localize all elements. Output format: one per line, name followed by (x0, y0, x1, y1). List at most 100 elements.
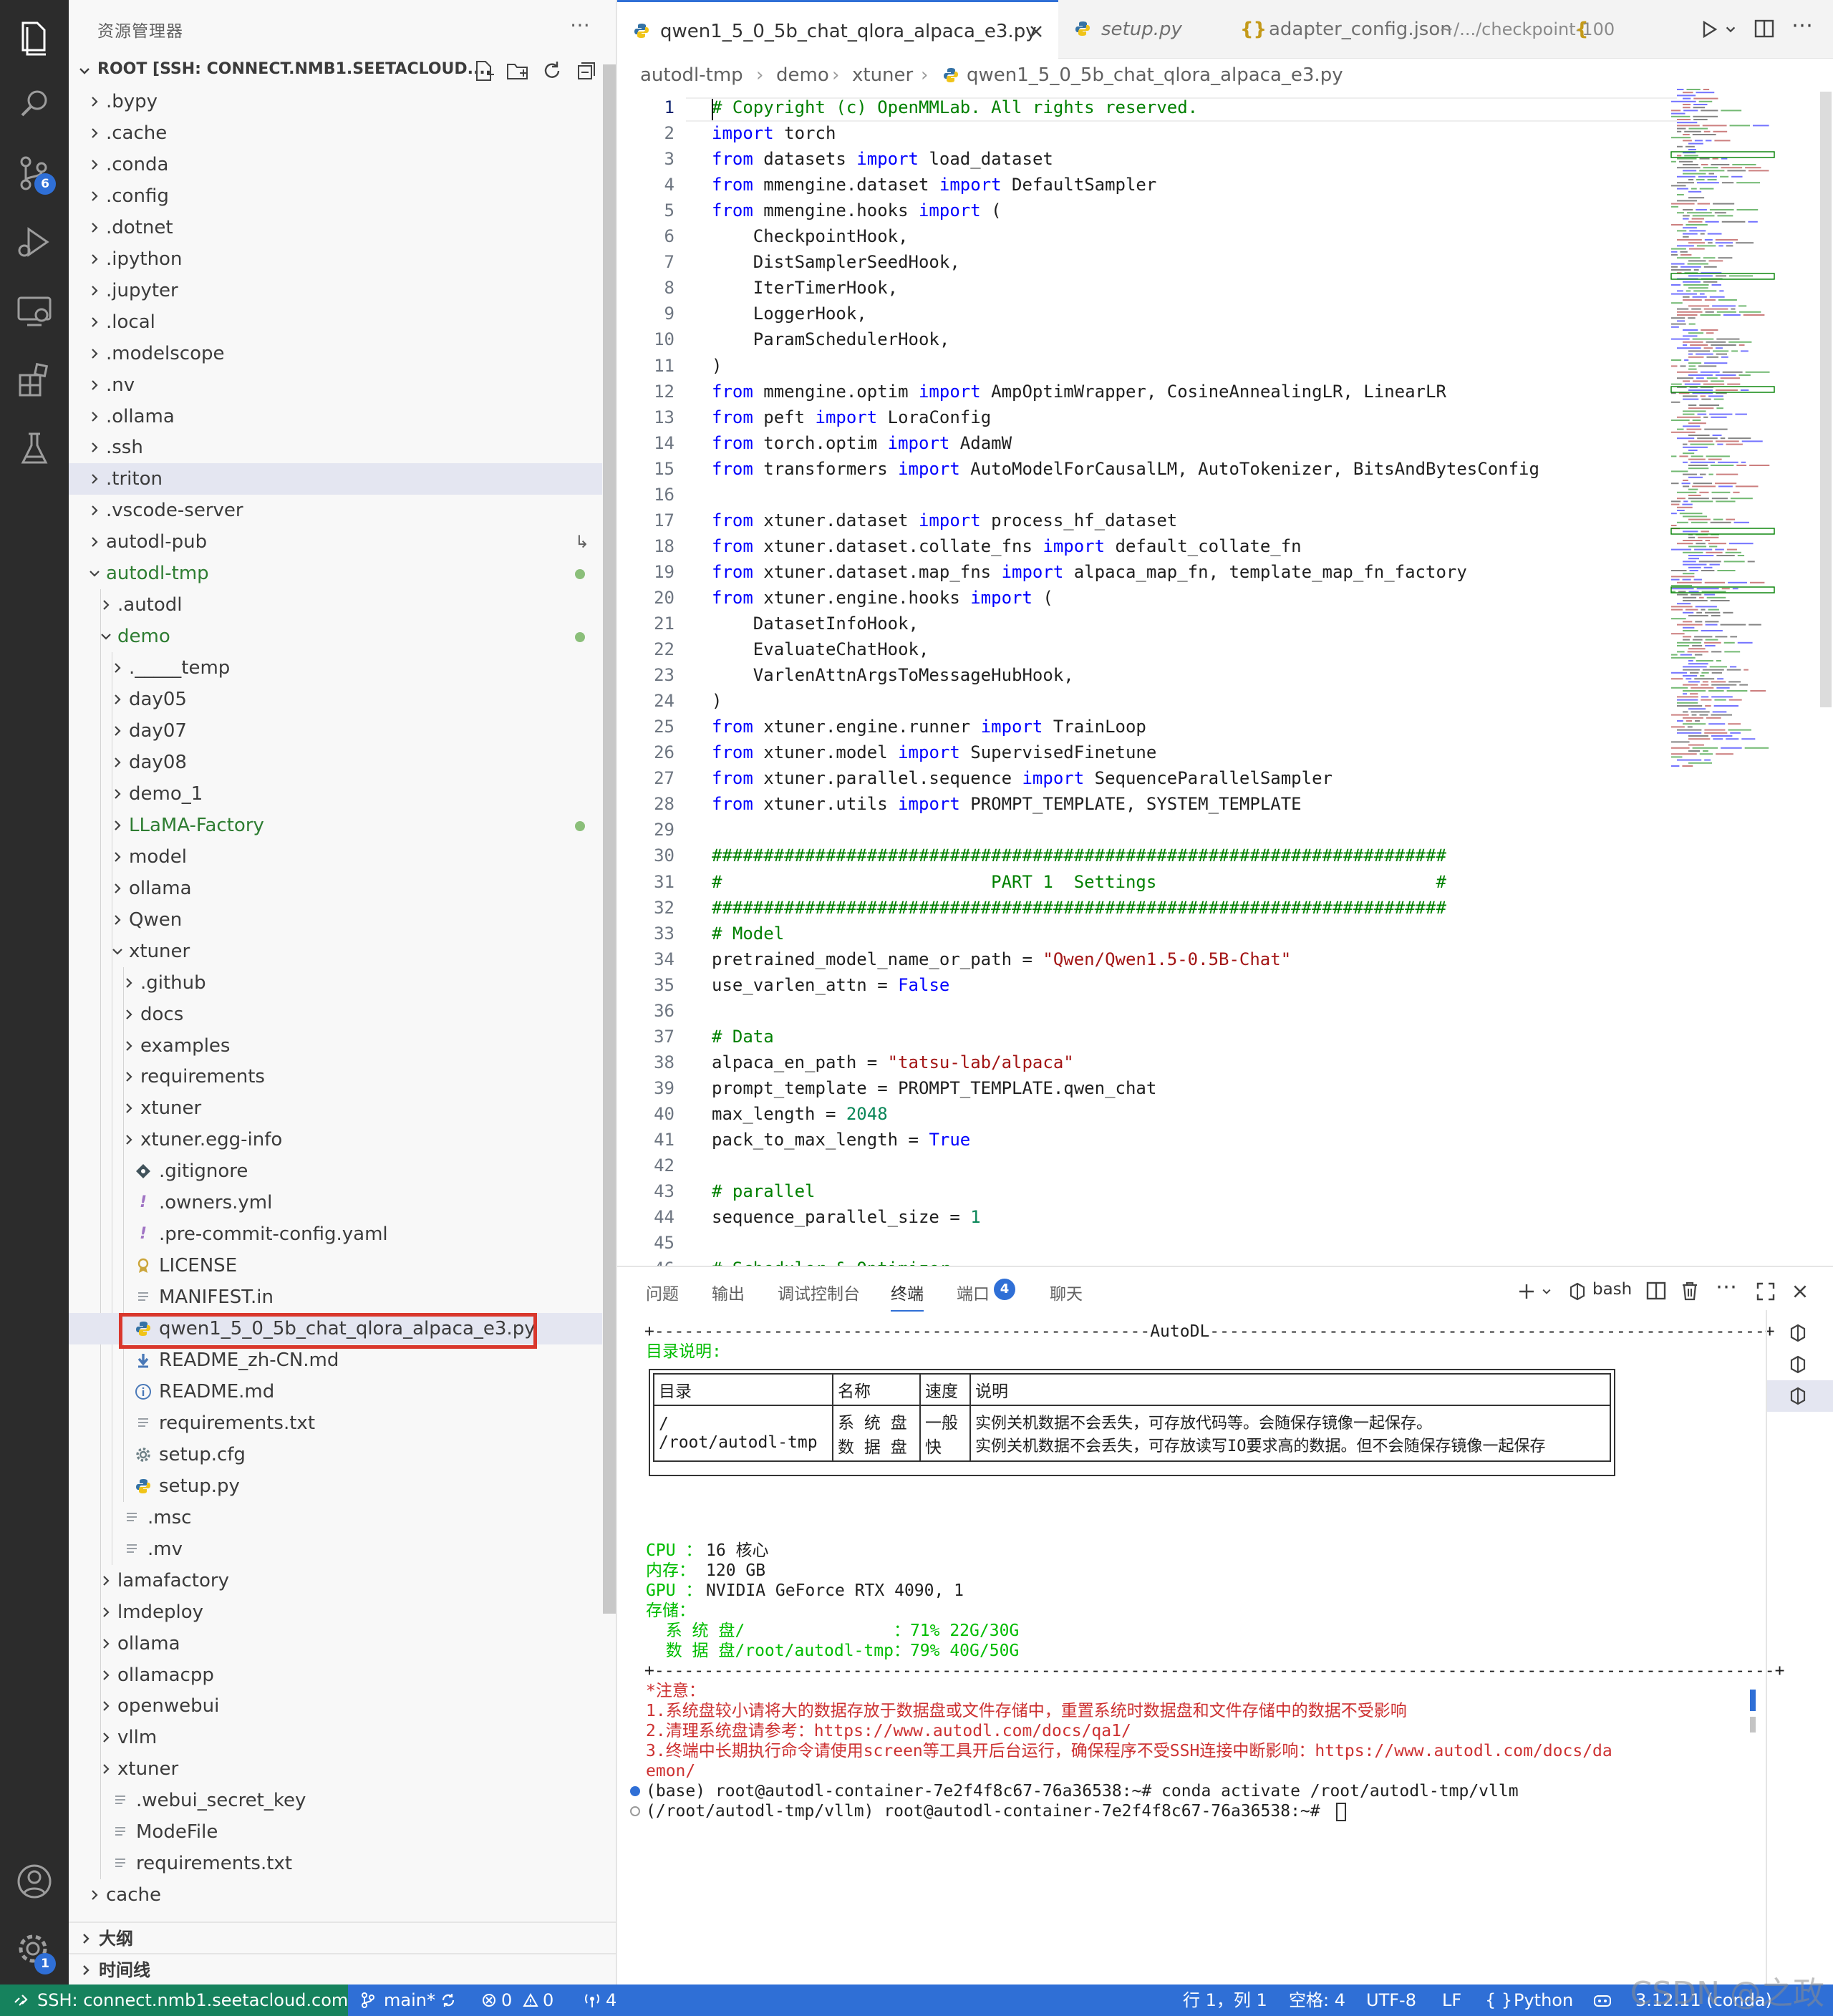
tree-file[interactable]: setup.py (69, 1470, 602, 1502)
tree-folder[interactable]: ollama (69, 873, 602, 904)
terminal-scrollbar[interactable] (1750, 1717, 1756, 1732)
chevron-down-icon[interactable] (1541, 1286, 1552, 1297)
tree-folder[interactable]: ._____temp (69, 652, 602, 684)
ports-count[interactable]: 4 (606, 1984, 616, 2016)
tab-ports[interactable]: 端口 (957, 1280, 990, 1304)
new-terminal-icon[interactable] (1517, 1281, 1537, 1302)
timeline-section[interactable]: 时间线 (69, 1953, 617, 1984)
tree-folder[interactable]: ollama (69, 1628, 602, 1659)
tree-file[interactable]: LICENSE (69, 1250, 602, 1281)
more-actions-icon[interactable]: ⋯ (570, 13, 590, 37)
new-folder-icon[interactable] (506, 59, 530, 83)
outline-section[interactable]: 大纲 (69, 1922, 617, 1953)
breadcrumb-item[interactable]: autodl-tmp (640, 59, 743, 92)
manage-gear-icon[interactable]: 1 (13, 1927, 56, 1974)
tree-folder[interactable]: .triton (69, 463, 602, 495)
tree-file[interactable]: README_zh-CN.md (69, 1344, 602, 1376)
trash-icon[interactable] (1680, 1280, 1700, 1302)
tree-folder[interactable]: .autodl (69, 589, 602, 621)
accounts-icon[interactable] (13, 1860, 56, 1903)
tree-folder[interactable]: .vscode-server (69, 495, 602, 526)
cursor-position[interactable]: 行 1，列 1 (1183, 1984, 1267, 2016)
tree-folder[interactable]: xtuner.egg-info (69, 1124, 602, 1155)
source-control-icon[interactable]: 6 (13, 152, 56, 195)
extensions-icon[interactable] (13, 358, 56, 401)
breadcrumb-item[interactable]: qwen1_5_0_5b_chat_qlora_alpaca_e3.py (967, 59, 1343, 92)
tab-debug-console[interactable]: 调试控制台 (778, 1280, 860, 1304)
tree-folder[interactable]: demo_1 (69, 778, 602, 810)
terminal-shell-icon[interactable] (1789, 1354, 1807, 1375)
tree-folder[interactable]: .nv (69, 369, 602, 401)
tab-qwen-config[interactable]: qwen1_5_0_5b_chat_qlora_alpaca_e3.py (617, 0, 1058, 59)
split-editor-icon[interactable] (1753, 17, 1776, 40)
tree-folder[interactable]: vllm (69, 1722, 602, 1753)
tree-folder[interactable]: cache (69, 1879, 602, 1911)
tree-folder[interactable]: requirements (69, 1061, 602, 1092)
tree-file[interactable]: .msc (69, 1502, 602, 1533)
tree-folder[interactable]: autodl-pub ↳ (69, 526, 602, 558)
breadcrumb-item[interactable]: xtuner (852, 59, 913, 92)
testing-icon[interactable] (13, 427, 56, 470)
run-icon[interactable] (1698, 19, 1720, 40)
tab-adapter-config[interactable]: {} adapter_config.json ~/.../checkpoint-… (1224, 0, 1615, 59)
tree-folder[interactable]: demo (69, 621, 602, 652)
explorer-scrollbar[interactable] (603, 64, 616, 1614)
tree-folder[interactable]: day08 (69, 747, 602, 778)
end-of-line[interactable]: LF (1442, 1984, 1461, 2016)
refresh-icon[interactable] (540, 59, 564, 83)
tab-chat[interactable]: 聊天 (1050, 1280, 1083, 1304)
tree-file[interactable]: MANIFEST.in (69, 1281, 602, 1313)
tree-folder[interactable]: .ipython (69, 243, 602, 275)
tab-output[interactable]: 输出 (712, 1280, 745, 1304)
tree-folder[interactable]: .modelscope (69, 338, 602, 369)
close-icon[interactable] (1028, 24, 1044, 39)
tree-file[interactable]: ! .owners.yml (69, 1187, 602, 1218)
tree-file[interactable]: setup.cfg (69, 1439, 602, 1470)
code-editor[interactable]: 1 # Copyright (c) OpenMMLab. All rights r… (617, 92, 1677, 1266)
chevron-down-icon[interactable] (1724, 23, 1737, 36)
tree-folder[interactable]: .github (69, 967, 602, 999)
tree-folder[interactable]: openwebui (69, 1690, 602, 1722)
tree-file[interactable]: ModeFile (69, 1816, 602, 1848)
tree-folder[interactable]: autodl-tmp (69, 558, 602, 589)
search-icon[interactable] (13, 83, 56, 126)
close-panel-icon[interactable] (1791, 1283, 1809, 1300)
tab-setup-py[interactable]: setup.py (1058, 0, 1224, 59)
workspace-root[interactable]: ROOT [SSH: CONNECT.NMB1.SEETACLOUD.... (69, 56, 617, 86)
run-debug-icon[interactable] (13, 220, 56, 263)
encoding[interactable]: UTF-8 (1366, 1984, 1416, 2016)
tree-folder[interactable]: .cache (69, 117, 602, 149)
tree-folder[interactable]: .bypy (69, 86, 602, 117)
tree-folder[interactable]: xtuner (69, 1092, 602, 1124)
explorer-icon[interactable] (13, 16, 56, 59)
language-mode[interactable]: Python (1514, 1984, 1573, 2016)
tree-file[interactable]: requirements.txt (69, 1407, 602, 1439)
tree-folder[interactable]: xtuner (69, 936, 602, 967)
indentation[interactable]: 空格: 4 (1289, 1984, 1345, 2016)
tree-file[interactable]: .webui_secret_key (69, 1785, 602, 1816)
tree-folder[interactable]: .jupyter (69, 275, 602, 306)
command-success-dot[interactable] (630, 1786, 640, 1796)
tree-folder[interactable]: .ssh (69, 432, 602, 463)
split-terminal-icon[interactable] (1645, 1280, 1667, 1302)
tree-folder[interactable]: docs (69, 999, 602, 1030)
tree-folder[interactable]: ollamacpp (69, 1659, 602, 1691)
more-actions-icon[interactable]: ⋯ (1716, 1274, 1737, 1299)
command-pending-dot[interactable] (630, 1806, 640, 1816)
terminal-shell-icon[interactable] (1789, 1323, 1807, 1343)
tree-folder[interactable]: .ollama (69, 401, 602, 432)
tree-folder[interactable]: day05 (69, 684, 602, 715)
minimap[interactable] (1670, 86, 1777, 773)
remote-indicator[interactable]: SSH: connect.nmb1.seetacloud.com (0, 1984, 348, 2016)
remote-explorer-icon[interactable] (13, 289, 56, 332)
sync-icon[interactable] (440, 1992, 457, 2009)
tree-folder[interactable]: LLaMA-Factory (69, 810, 602, 841)
tree-file[interactable]: .mv (69, 1533, 602, 1565)
maximize-panel-icon[interactable] (1756, 1281, 1776, 1302)
editor-scrollbar[interactable] (1820, 92, 1832, 707)
tree-folder[interactable]: lamafactory (69, 1565, 602, 1596)
new-file-icon[interactable] (471, 59, 495, 83)
tree-file[interactable]: README.md (69, 1376, 602, 1407)
tree-file[interactable]: requirements.txt (69, 1848, 602, 1879)
tree-folder[interactable]: .conda (69, 149, 602, 180)
